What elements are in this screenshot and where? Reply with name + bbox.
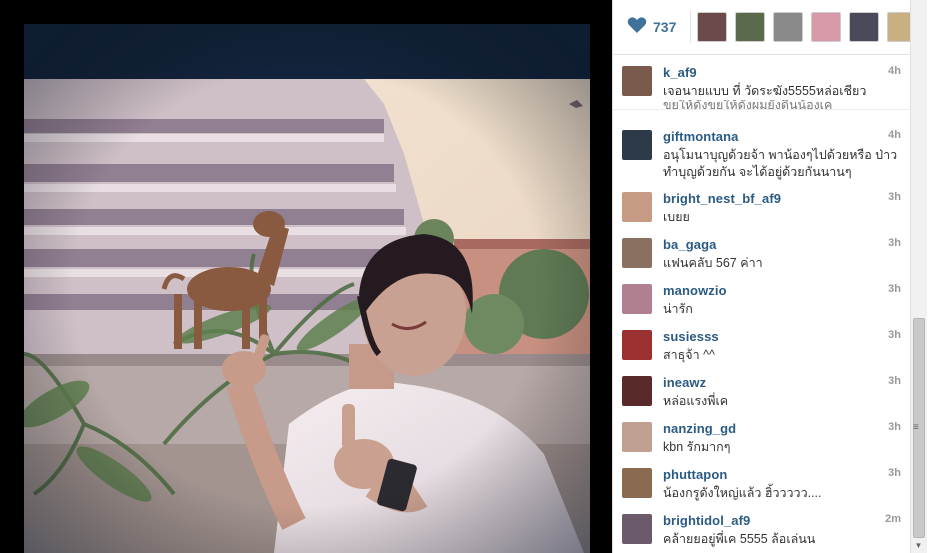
comment-text: หล่อแรงพี่เค <box>663 394 729 408</box>
comment-time: 3h <box>888 421 901 433</box>
avatar[interactable] <box>622 468 652 498</box>
photo[interactable] <box>24 24 590 553</box>
comment-username[interactable]: phuttapon <box>663 467 727 482</box>
comment-time: 3h <box>888 329 901 341</box>
like-button[interactable]: 737 <box>621 11 691 43</box>
comment-username[interactable]: manowzio <box>663 283 727 298</box>
comment-item: giftmontana 4h อนุโมนาบุญด้วยจ้า พาน้องๆ… <box>613 122 913 182</box>
avatar[interactable] <box>622 238 652 268</box>
avatar[interactable] <box>622 330 652 360</box>
scrollbar[interactable] <box>910 0 927 553</box>
comment-item: ineawz 3h หล่อแรงพี่เค <box>613 368 913 414</box>
like-count: 737 <box>653 19 677 35</box>
avatar[interactable] <box>622 284 652 314</box>
heart-icon <box>627 16 647 39</box>
scroll-down-arrow-icon[interactable]: ▼ <box>910 538 927 553</box>
comment-text: kbn รักมากๆ <box>663 440 731 454</box>
likes-bar: 737 <box>613 0 925 55</box>
comment-item: brightidol_af9 2m คล้ายยอยู่พี่เค 5555 ล… <box>613 506 913 552</box>
comment-text: เจอนายแบบ ที่ วัดระฆัง5555หล่อเชียว <box>663 84 867 98</box>
comment-item: manowzio 3h น่ารัก <box>613 276 913 322</box>
comment-username[interactable]: brightidol_af9 <box>663 513 750 528</box>
photo-frame <box>24 24 590 553</box>
liker-avatar[interactable] <box>849 12 879 42</box>
comment-item: phuttapon 3h น้องกรูดังใหญ่แล้ว ฮิ้ววววว… <box>613 460 913 506</box>
avatar[interactable] <box>622 514 652 544</box>
comment-username[interactable]: ba_gaga <box>663 237 716 252</box>
comment-text: น่ารัก <box>663 302 693 316</box>
comment-text: อนุโมนาบุญด้วยจ้า พาน้องๆไปด้วยหรือ ป่าว… <box>663 148 898 179</box>
comment-username[interactable]: k_af9 <box>663 65 697 80</box>
comment-username[interactable]: ineawz <box>663 375 706 390</box>
comment-username[interactable]: susiesss <box>663 329 719 344</box>
liker-avatar[interactable] <box>697 12 727 42</box>
comment-time: 3h <box>888 375 901 387</box>
avatar[interactable] <box>622 376 652 406</box>
photo-viewer <box>0 0 612 553</box>
liker-avatar[interactable] <box>773 12 803 42</box>
comment-text: สาธุจ้า ^^ <box>663 348 715 362</box>
comment-username[interactable]: bright_nest_bf_af9 <box>663 191 781 206</box>
comment-time: 2m <box>885 513 901 525</box>
comment-time: 4h <box>888 129 901 141</box>
comment-username[interactable]: giftmontana <box>663 129 738 144</box>
comment-item: nanzing_gd 3h kbn รักมากๆ <box>613 414 913 460</box>
comment-text: คล้ายยอยู่พี่เค 5555 ล้อเล่นน <box>663 532 816 546</box>
comment-item: k_af9 4h เจอนายแบบ ที่ วัดระฆัง5555หล่อเ… <box>613 58 913 104</box>
comment-item: bright_nest_bf_af9 3h เบยย <box>613 184 913 230</box>
avatar[interactable] <box>622 192 652 222</box>
avatar[interactable] <box>622 130 652 160</box>
avatar[interactable] <box>622 66 652 96</box>
comment-time: 3h <box>888 237 901 249</box>
comments-list: k_af9 4h เจอนายแบบ ที่ วัดระฆัง5555หล่อเ… <box>613 56 923 553</box>
comment-time: 4h <box>888 65 901 77</box>
comment-item: susiesss 3h สาธุจ้า ^^ <box>613 322 913 368</box>
comment-text: แฟนคลับ 567 ค่าา <box>663 256 763 270</box>
comment-username[interactable]: nanzing_gd <box>663 421 736 436</box>
comment-time: 3h <box>888 283 901 295</box>
comment-time: 3h <box>888 467 901 479</box>
comment-text: น้องกรูดังใหญ่แล้ว ฮิ้ววววว.... <box>663 486 822 500</box>
separator <box>613 109 923 110</box>
liker-avatar[interactable] <box>811 12 841 42</box>
scrollbar-grip-icon: ≡ <box>913 422 919 433</box>
avatar[interactable] <box>622 422 652 452</box>
comment-item: ba_gaga 3h แฟนคลับ 567 ค่าา <box>613 230 913 276</box>
liker-avatar[interactable] <box>735 12 765 42</box>
comment-time: 3h <box>888 191 901 203</box>
side-panel: 737 k_af9 4h เจอนายแบบ ที่ วัดระฆัง5555ห… <box>612 0 938 553</box>
comment-text: เบยย <box>663 210 690 224</box>
